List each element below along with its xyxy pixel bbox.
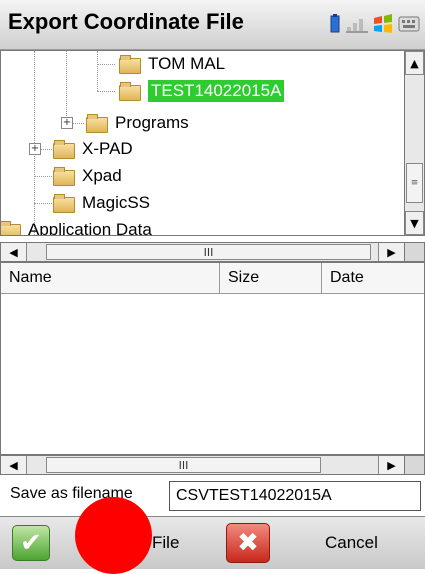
tree-item-label: TOM MAL xyxy=(148,54,226,73)
folder-icon xyxy=(53,167,75,186)
column-header-date[interactable]: Date xyxy=(322,263,424,293)
file-button[interactable]: File xyxy=(152,533,179,553)
scroll-left-button[interactable]: ◀ xyxy=(1,243,27,261)
scroll-down-button[interactable]: ▼ xyxy=(405,211,424,235)
window-title: Export Coordinate File xyxy=(8,9,244,34)
scroll-left-icon: ◀ xyxy=(9,245,18,259)
scroll-up-icon: ▲ xyxy=(410,56,419,70)
tree-item-label: MagicSS xyxy=(82,193,151,212)
tree-item-tom-mal[interactable]: TOM MAL xyxy=(119,51,225,77)
expand-icon[interactable]: + xyxy=(29,143,41,155)
tree-item-application-data[interactable]: Application Data xyxy=(1,217,152,236)
tree-item-label: Programs xyxy=(115,113,189,132)
windows-start-icon[interactable] xyxy=(372,14,394,34)
scroll-right-button[interactable]: ▶ xyxy=(378,243,404,261)
battery-icon[interactable] xyxy=(329,14,341,34)
scroll-left-button[interactable]: ◀ xyxy=(1,456,27,474)
folder-tree[interactable]: TOM MAL TEST14022015A + Programs + X-PAD… xyxy=(0,50,404,236)
folder-icon xyxy=(86,114,108,133)
scroll-thumb[interactable]: III xyxy=(46,457,321,473)
grip-icon: III xyxy=(178,458,189,472)
tree-item-label: TEST14022015A xyxy=(148,80,285,102)
grip-icon: ≡ xyxy=(410,178,419,188)
tree-item-xpad[interactable]: Xpad xyxy=(53,163,122,189)
tree-item-label: X-PAD xyxy=(82,139,133,158)
scroll-right-icon: ▶ xyxy=(387,458,396,472)
annotation-marker xyxy=(75,497,152,574)
tree-item-label: Xpad xyxy=(82,166,122,185)
column-header-name[interactable]: Name xyxy=(1,263,220,293)
expand-icon[interactable]: + xyxy=(61,117,73,129)
tree-item-programs[interactable]: Programs xyxy=(86,110,189,136)
save-as-row: Save as filename CSVTEST14022015A xyxy=(0,477,425,515)
scroll-down-icon: ▼ xyxy=(410,216,419,230)
column-header-size[interactable]: Size xyxy=(220,263,322,293)
folder-icon xyxy=(1,221,21,235)
scroll-left-icon: ◀ xyxy=(9,458,18,472)
scroll-up-button[interactable]: ▲ xyxy=(405,51,424,75)
scroll-right-icon: ▶ xyxy=(387,245,396,259)
file-list-header: Name Size Date xyxy=(1,263,424,294)
title-bar: Export Coordinate File xyxy=(0,0,425,50)
tree-item-magicss[interactable]: MagicSS xyxy=(53,190,150,216)
tree-item-test14022015a[interactable]: TEST14022015A xyxy=(119,78,285,104)
scroll-corner xyxy=(404,455,425,475)
folder-icon xyxy=(53,140,75,159)
cancel-icon-button[interactable]: ✖ xyxy=(226,523,270,563)
ok-button[interactable]: ✔ xyxy=(12,525,50,561)
checkmark-icon: ✔ xyxy=(20,528,42,558)
file-list[interactable]: Name Size Date xyxy=(0,262,425,455)
scroll-thumb[interactable]: ≡ xyxy=(406,163,423,203)
folder-icon xyxy=(53,194,75,213)
command-bar: ✔ File ✖ Cancel xyxy=(0,516,425,569)
tree-vertical-scrollbar[interactable]: ▲ ≡ ▼ xyxy=(404,50,425,236)
signal-icon[interactable] xyxy=(346,14,368,34)
tree-item-x-pad[interactable]: X-PAD xyxy=(53,136,133,162)
filename-input[interactable]: CSVTEST14022015A xyxy=(169,481,421,511)
scroll-thumb[interactable]: III xyxy=(46,244,371,260)
cancel-button[interactable]: Cancel xyxy=(325,533,378,553)
folder-icon xyxy=(119,82,141,101)
scroll-right-button[interactable]: ▶ xyxy=(378,456,404,474)
scroll-corner xyxy=(404,242,425,262)
list-horizontal-scrollbar[interactable]: ◀ III ▶ xyxy=(0,455,404,475)
keyboard-icon[interactable] xyxy=(398,14,420,34)
folder-icon xyxy=(119,55,141,74)
grip-icon: III xyxy=(203,245,214,259)
close-icon: ✖ xyxy=(237,528,259,558)
tree-horizontal-scrollbar[interactable]: ◀ III ▶ xyxy=(0,242,404,262)
tree-item-label: Application Data xyxy=(28,220,152,236)
